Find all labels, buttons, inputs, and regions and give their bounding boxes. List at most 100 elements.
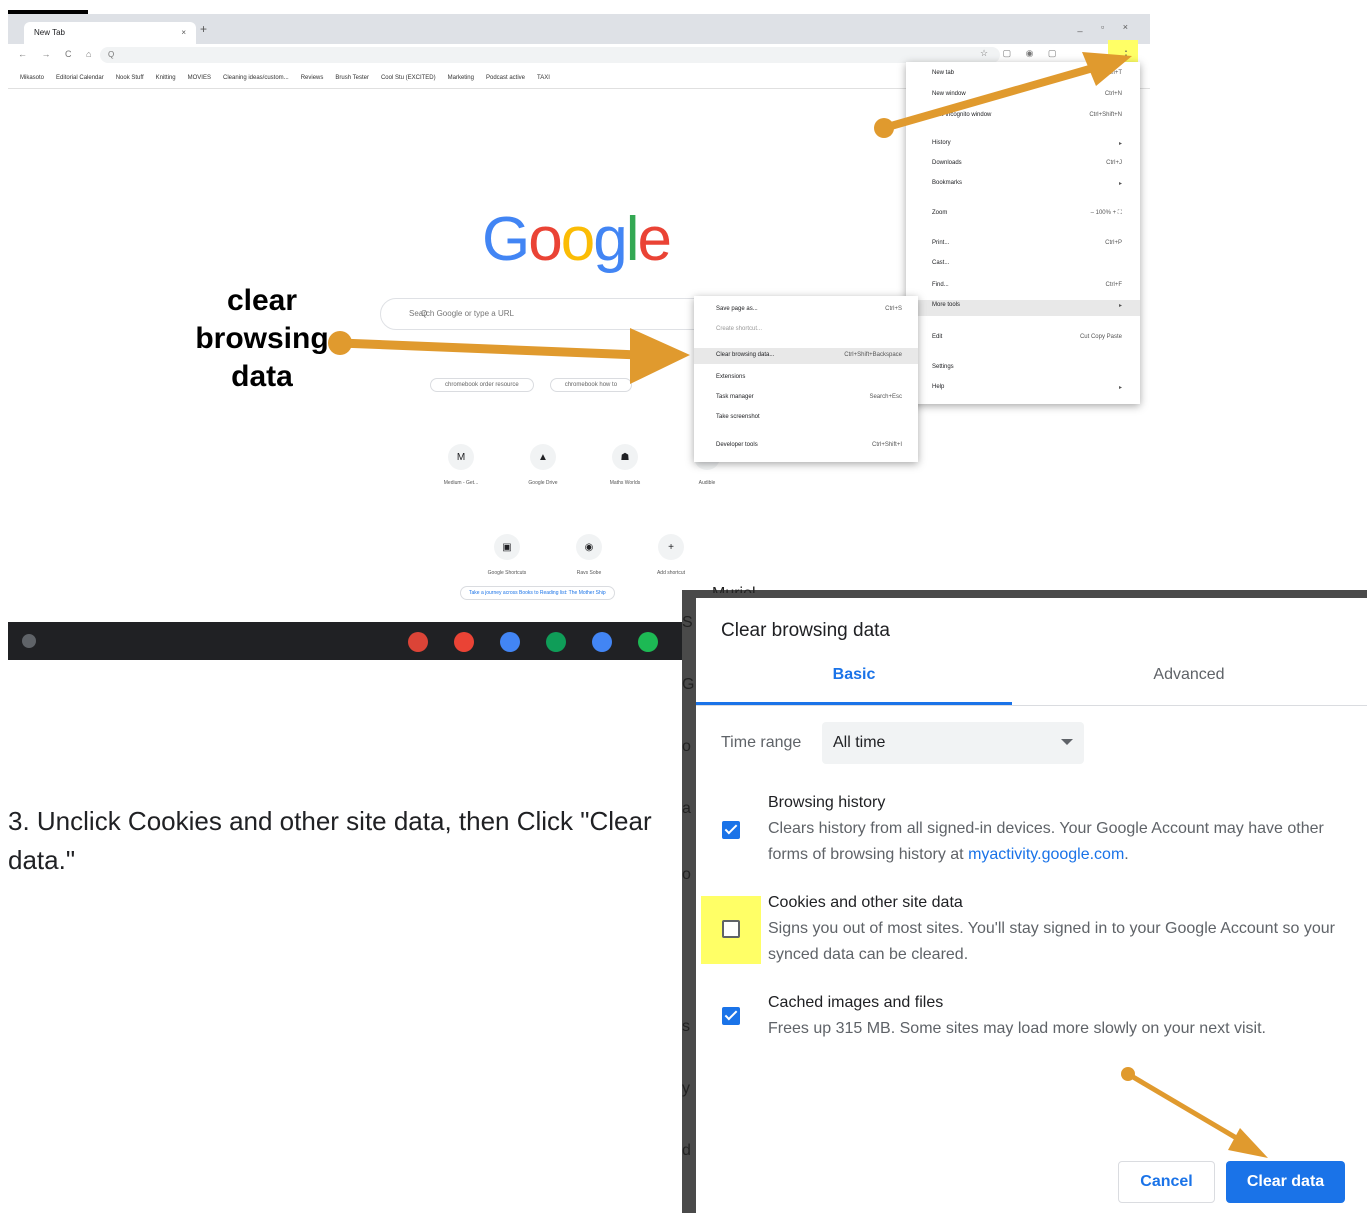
browsing-history-desc: Clears history from all signed-in device… xyxy=(768,820,1324,863)
main-menu-item[interactable]: History ▸ xyxy=(932,140,1132,147)
main-menu-item[interactable]: Print... Ctrl+P xyxy=(932,240,1132,246)
bg-fragment: y xyxy=(682,1080,690,1097)
bookmark-item[interactable]: Editorial Calendar xyxy=(56,75,104,81)
main-menu-item[interactable]: Settings xyxy=(932,364,1132,370)
browser-tab[interactable]: New Tab × xyxy=(24,22,196,44)
extension-icons[interactable]: ☆ ▢ ◉ ▢ xyxy=(980,48,1062,59)
bookmark-item[interactable]: Mikasoto xyxy=(20,75,44,81)
shortcut-tile[interactable]: + Add shortcut xyxy=(636,534,706,576)
tab-basic[interactable]: Basic xyxy=(696,666,1012,684)
menu-item-shortcut: Ctrl+F xyxy=(1105,282,1123,288)
submenu-item-label: Save page as... xyxy=(716,306,758,312)
bookmark-item[interactable]: MOVIES xyxy=(188,75,211,81)
menu-item-label: Edit xyxy=(932,334,943,340)
submenu-item[interactable]: Create shortcut... xyxy=(716,326,912,332)
main-menu-item[interactable]: Zoom – 100% + ⛶ xyxy=(932,210,1132,216)
shelf-app-icon[interactable] xyxy=(454,632,474,652)
tab-advanced[interactable]: Advanced xyxy=(1022,666,1356,684)
main-menu-item[interactable]: New window Ctrl+N xyxy=(932,91,1132,97)
submenu-item[interactable]: Extensions xyxy=(716,374,912,380)
suggestion-chip[interactable]: chromebook order resource xyxy=(430,378,534,392)
menu-item-shortcut: ▸ xyxy=(1118,385,1122,391)
shortcut-tile[interactable]: ☗ Maths Worlds xyxy=(590,444,660,486)
main-menu-item[interactable]: Bookmarks ▸ xyxy=(932,180,1132,187)
kebab-menu-icon[interactable]: ⋮ xyxy=(1120,48,1132,62)
shelf-app-icon[interactable] xyxy=(638,632,658,652)
shortcut-icon: M xyxy=(448,444,474,470)
menu-item-label: Find... xyxy=(932,282,949,288)
bookmark-item[interactable]: Knitting xyxy=(156,75,176,81)
launcher-icon[interactable] xyxy=(22,634,36,648)
cached-images-title: Cached images and files xyxy=(768,994,944,1011)
google-logo-letter: G xyxy=(482,205,530,274)
shelf-app-icon[interactable] xyxy=(546,632,566,652)
shortcut-tile[interactable]: ▲ Google Drive xyxy=(508,444,578,486)
bookmark-item[interactable]: Podcast active xyxy=(486,75,525,81)
submenu-item[interactable]: Developer tools Ctrl+Shift+I xyxy=(716,442,912,448)
menu-item-label: Cast... xyxy=(932,260,950,266)
bookmark-item[interactable]: TAXI xyxy=(537,75,550,81)
menu-item-shortcut: – 100% + ⛶ xyxy=(1090,210,1122,216)
suggestion-chip[interactable]: chromebook how to xyxy=(549,378,633,392)
annotation-line-2: browsing xyxy=(195,322,329,355)
main-menu-item[interactable]: Downloads Ctrl+J xyxy=(932,160,1132,166)
time-range-value: All time xyxy=(833,734,886,751)
main-menu-item[interactable]: New incognito window Ctrl+Shift+N xyxy=(932,112,1132,118)
promo-banner[interactable]: Take a journey across Books to Reading l… xyxy=(460,586,615,600)
submenu-item[interactable]: Save page as... Ctrl+S xyxy=(716,306,912,312)
navigation-buttons[interactable]: ← → C ⌂ xyxy=(18,49,97,59)
google-search-box[interactable]: Q Search Google or type a URL xyxy=(380,298,722,330)
cached-images-checkbox[interactable] xyxy=(722,1007,740,1025)
shortcut-tile[interactable]: ▣ Google Shortcuts xyxy=(472,534,542,576)
bookmark-item[interactable]: Nook Stuff xyxy=(116,75,144,81)
menu-item-shortcut: Ctrl+J xyxy=(1106,160,1122,166)
shelf-app-icon[interactable] xyxy=(408,632,428,652)
google-logo-letter: o xyxy=(560,205,596,274)
main-menu-item[interactable]: Edit Cut Copy Paste xyxy=(932,334,1132,340)
main-menu-item[interactable]: Cast... xyxy=(932,260,1132,266)
google-logo-letter: o xyxy=(528,205,563,274)
cancel-button[interactable]: Cancel xyxy=(1118,1161,1215,1203)
main-menu-item[interactable]: More tools ▸ xyxy=(932,302,1132,309)
window-controls[interactable]: _ ▫ × xyxy=(1078,22,1136,32)
bg-fragment: s xyxy=(682,1018,690,1035)
bookmark-item[interactable]: Cool Stu (EXCITED) xyxy=(381,75,436,81)
tab-strip: New Tab × + _ ▫ × xyxy=(8,14,1150,44)
shelf-app-icon[interactable] xyxy=(592,632,612,652)
submenu-item-label: Developer tools xyxy=(716,442,758,448)
shortcut-tile[interactable]: M Medium - Get... xyxy=(426,444,496,486)
browsing-history-title: Browsing history xyxy=(768,794,886,811)
shortcut-icon: ◉ xyxy=(576,534,602,560)
address-bar-search-icon: Q xyxy=(108,50,115,59)
menu-item-shortcut: Cut Copy Paste xyxy=(1079,334,1122,340)
myactivity-link[interactable]: myactivity.google.com xyxy=(968,846,1124,863)
menu-item-shortcut: Ctrl+Shift+N xyxy=(1089,112,1122,118)
bookmark-item[interactable]: Brush Tester xyxy=(335,75,369,81)
bg-fragment: S xyxy=(682,614,693,631)
time-range-select[interactable]: All time xyxy=(822,722,1084,764)
bookmark-item[interactable]: Reviews xyxy=(301,75,324,81)
bookmark-item[interactable]: Cleaning ideas/custom... xyxy=(223,75,289,81)
submenu-item[interactable]: Take screenshot xyxy=(716,414,912,420)
submenu-item-shortcut: Ctrl+Shift+I xyxy=(871,442,902,448)
cookies-checkbox[interactable] xyxy=(722,920,740,938)
submenu-item-label: Extensions xyxy=(716,374,746,380)
annotation-line-1: clear xyxy=(226,284,298,317)
browsing-history-checkbox[interactable] xyxy=(722,821,740,839)
new-tab-button[interactable]: + xyxy=(200,22,207,36)
main-menu-item[interactable]: New tab Ctrl+T xyxy=(932,70,1132,76)
tab-close-icon[interactable]: × xyxy=(181,22,186,44)
shortcut-tile[interactable]: ◉ Ravs Sobe xyxy=(554,534,624,576)
submenu-item[interactable]: Task manager Search+Esc xyxy=(716,394,912,400)
shortcut-label: Google Drive xyxy=(528,480,558,486)
address-bar[interactable]: Q xyxy=(100,47,1000,63)
main-menu-item[interactable]: Help ▸ xyxy=(932,384,1132,391)
submenu-item[interactable]: Clear browsing data... Ctrl+Shift+Backspa… xyxy=(716,352,912,358)
shortcut-label: Audible xyxy=(698,480,716,486)
clear-data-button[interactable]: Clear data xyxy=(1226,1161,1345,1203)
bookmark-item[interactable]: Marketing xyxy=(448,75,474,81)
main-menu-item[interactable]: Find... Ctrl+F xyxy=(932,282,1132,288)
shelf-app-icon[interactable] xyxy=(500,632,520,652)
bg-fragment: o xyxy=(682,866,691,883)
menu-item-label: Settings xyxy=(932,364,954,370)
